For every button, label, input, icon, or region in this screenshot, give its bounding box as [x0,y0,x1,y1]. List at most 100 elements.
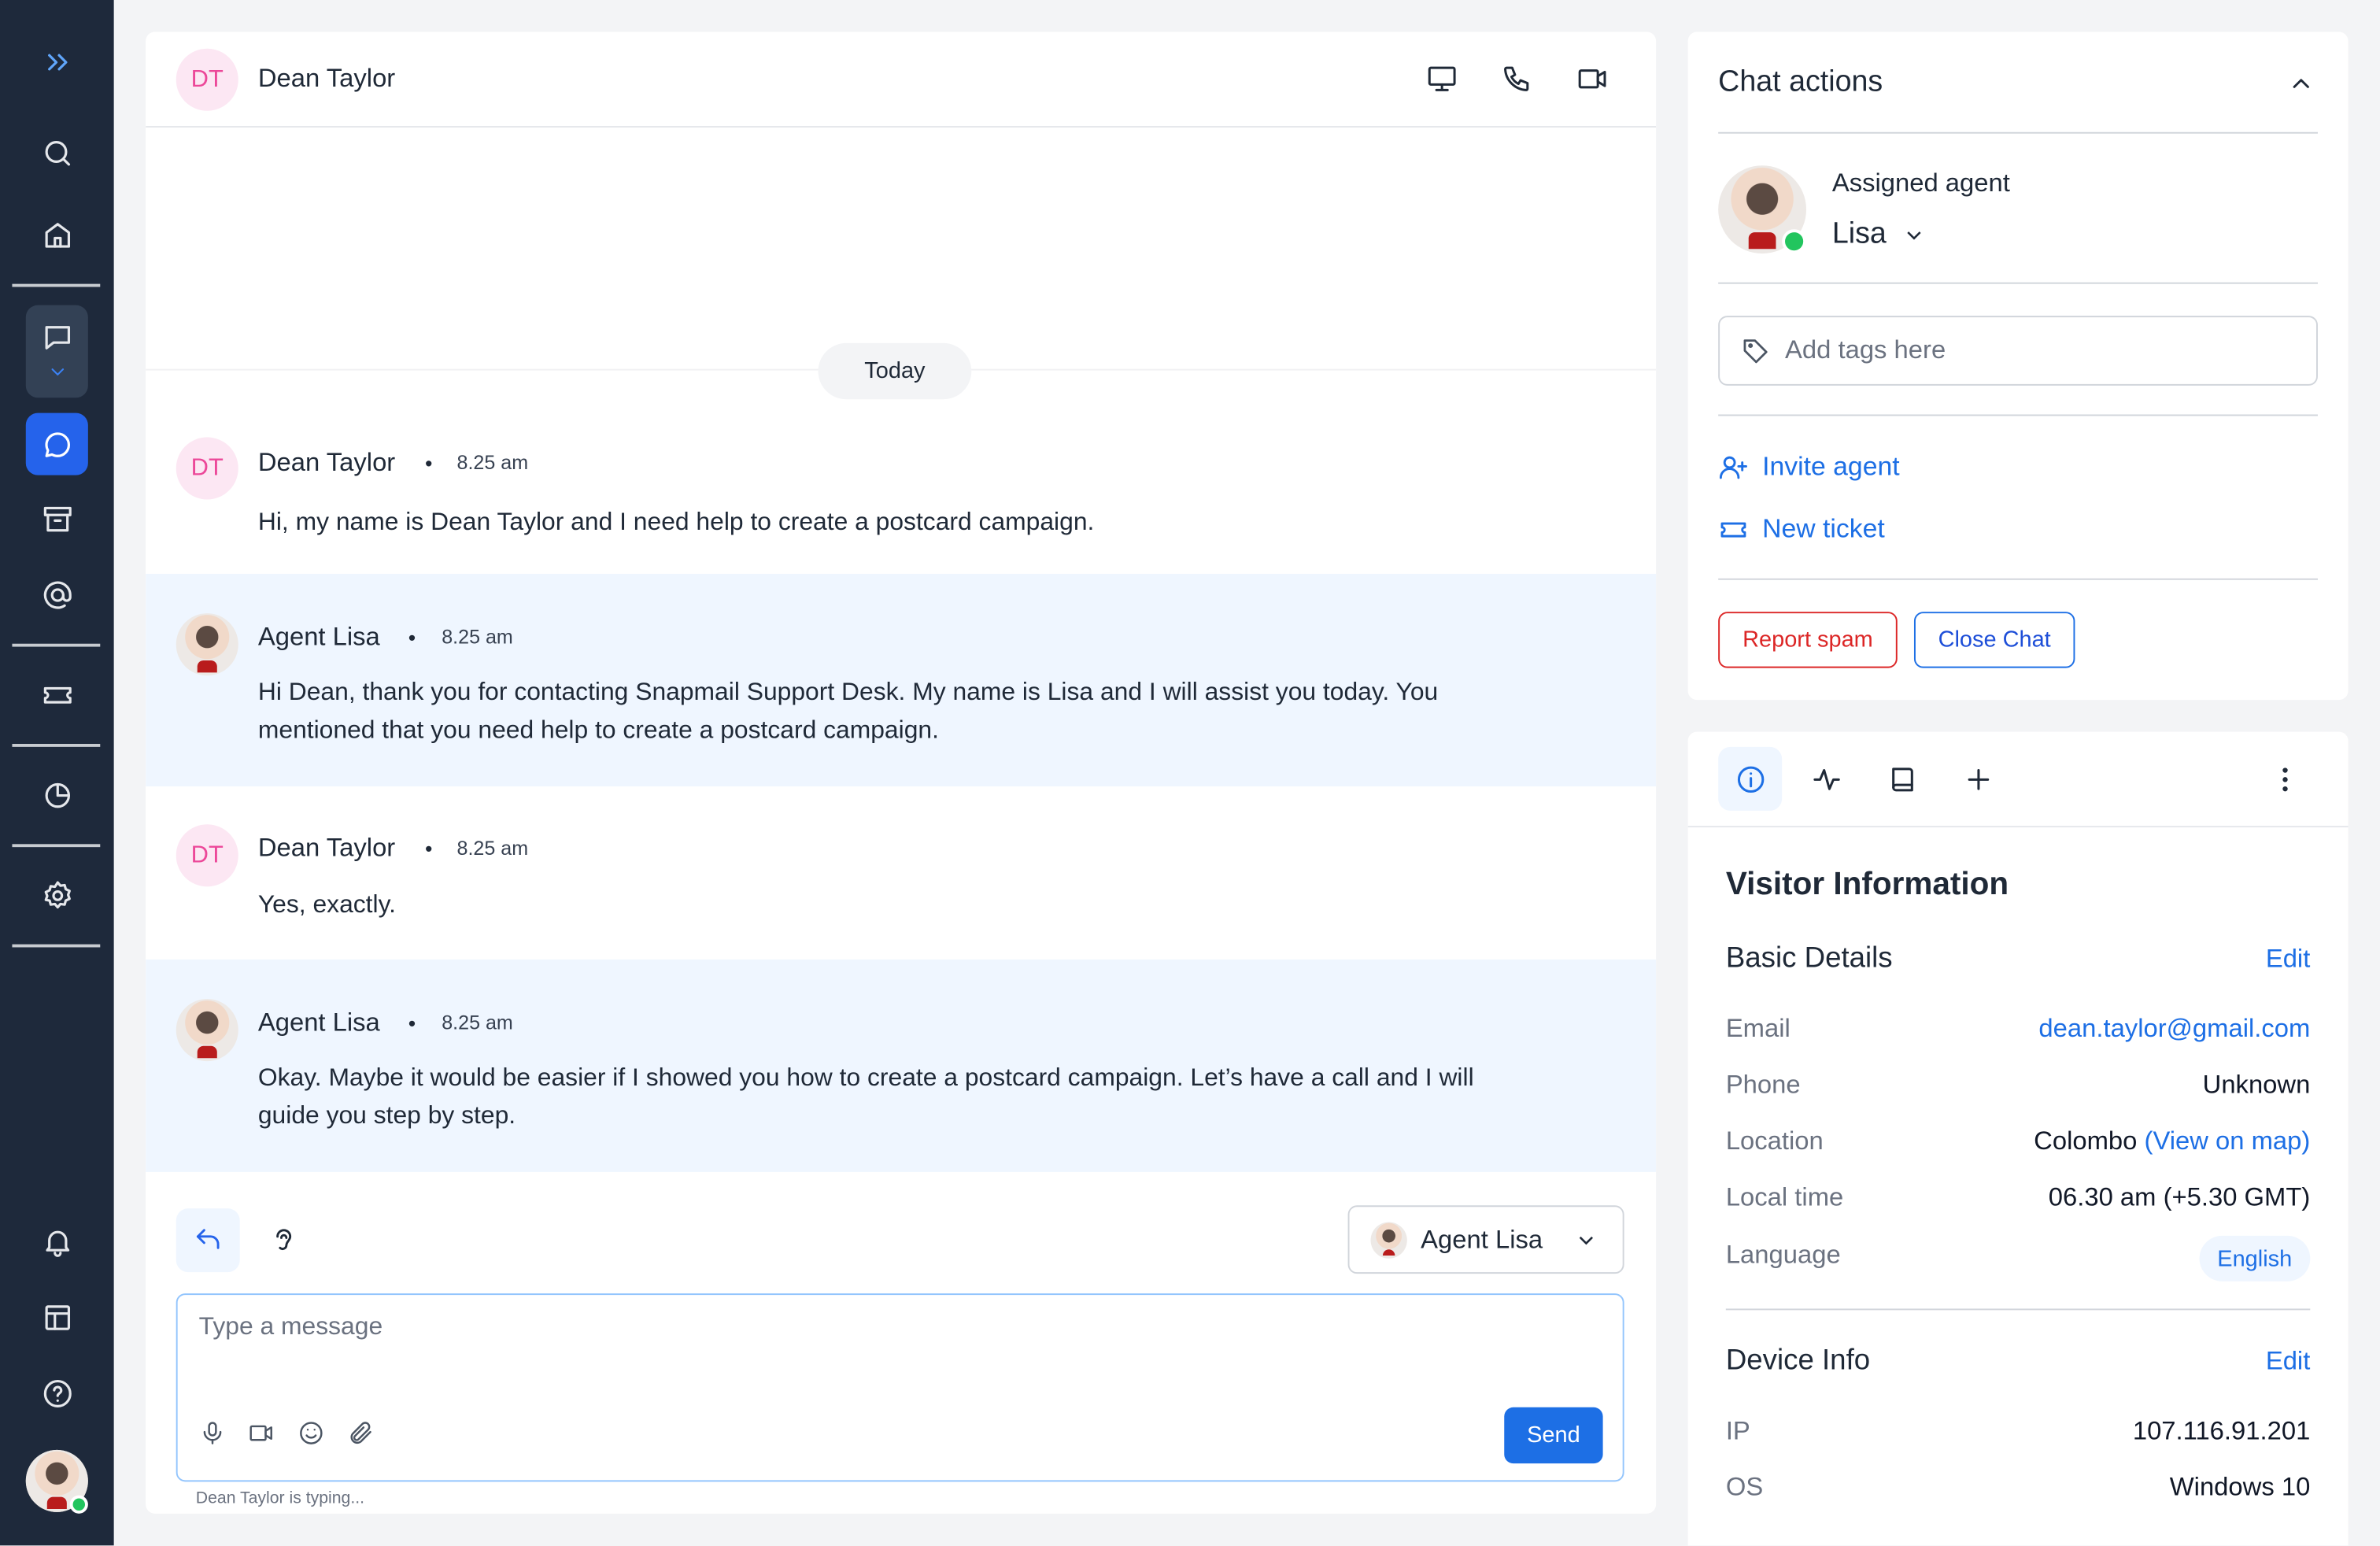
ticket-icon[interactable] [26,664,88,726]
message-text: Hi, my name is Dean Taylor and I need he… [257,509,1095,536]
ticket-icon [1720,521,1746,537]
tags-input[interactable] [1785,335,2286,366]
layout-icon[interactable] [26,1286,88,1348]
message-item: DT Dean Taylor • 8.25 am Hi, my name is … [146,404,1656,574]
assigned-agent-name: Lisa [1831,216,1887,251]
separator-dot: • [408,1011,416,1036]
chevron-down-icon[interactable] [26,343,88,401]
reports-icon[interactable] [26,764,88,826]
user-avatar[interactable] [25,1449,88,1514]
message-text: Hi Dean, thank you for contacting Snapma… [257,679,1439,745]
message-item: DT Dean Taylor • 8.25 am Yes, exactly. [146,786,1656,960]
contact-avatar: DT [176,48,238,111]
new-ticket-label: New ticket [1762,512,1885,544]
chevron-down-icon [1906,231,1921,239]
reply-icon [196,1229,220,1249]
user-plus-icon [1719,455,1747,479]
message-composer: Send [176,1293,1624,1482]
bell-icon[interactable] [26,1210,88,1272]
phone-label: Phone [1725,1070,1801,1100]
sender-name: Dean Taylor [257,833,396,863]
sender-name: Agent Lisa [257,1008,380,1037]
at-icon[interactable] [26,564,88,626]
local-time-label: Local time [1725,1182,1844,1212]
location-value: Colombo (View on map) [2034,1126,2310,1157]
home-icon[interactable] [26,203,88,265]
sender-avatar: DT [176,824,238,887]
more-options-button[interactable] [2252,747,2316,811]
help-icon[interactable] [26,1362,88,1424]
message-item: Agent Lisa • 8.25 am Okay. Maybe it woul… [146,959,1657,1172]
info-icon [1736,765,1764,793]
tab-notes[interactable] [1870,747,1934,811]
expand-icon[interactable] [26,31,88,93]
phone-icon[interactable] [1499,62,1536,98]
message-input[interactable] [198,1313,1414,1342]
message-time: 8.25 am [456,450,529,474]
close-chat-button[interactable]: Close Chat [1913,612,2075,668]
ip-label: IP [1725,1416,1750,1446]
sidebar-divider [12,944,101,948]
local-time-value: 06.30 am (+5.30 GMT) [2048,1182,2311,1212]
visitor-info-panel: Visitor Information Basic Details Edit E… [1687,731,2349,1546]
email-value[interactable]: dean.taylor@gmail.com [2038,1014,2310,1045]
basic-details-edit-link[interactable]: Edit [2266,945,2311,975]
agent-avatar [1370,1221,1407,1258]
separator-dot: • [425,450,433,475]
tab-info[interactable] [1718,746,1783,811]
os-value: Windows 10 [2169,1472,2311,1502]
attachment-icon[interactable] [348,1419,379,1450]
screen-share-icon[interactable] [1425,62,1462,98]
report-spam-button[interactable]: Report spam [1718,612,1898,668]
assigned-agent-dropdown[interactable]: Lisa [1832,217,1926,252]
chevron-up-icon[interactable] [2287,70,2315,98]
settings-icon[interactable] [26,864,88,926]
send-button[interactable]: Send [1504,1407,1603,1464]
message-time: 8.25 am [442,1011,513,1034]
online-status-dot [1782,229,1807,254]
new-ticket-link[interactable]: New ticket [1718,513,1885,546]
sidebar [0,0,114,1546]
device-info-edit-link[interactable]: Edit [2266,1347,2311,1378]
sidebar-divider [12,283,101,287]
invite-agent-link[interactable]: Invite agent [1718,451,1900,483]
video-icon[interactable] [247,1419,278,1450]
mic-icon[interactable] [199,1419,230,1450]
divider [1718,131,2318,134]
assigned-agent-label: Assigned agent [1831,168,2010,198]
search-icon[interactable] [26,121,88,183]
book-icon [1891,767,1913,791]
sender-name: Dean Taylor [257,447,396,477]
divider [1725,1308,2311,1311]
separator-dot: • [425,836,433,861]
sidebar-divider [12,844,101,848]
chat-actions-panel: Chat actions Assigned agent Lisa Invite … [1687,31,2349,701]
language-badge: English [2199,1235,2311,1282]
whisper-button[interactable] [252,1208,316,1272]
sender-avatar [176,613,238,676]
message-text: Okay. Maybe it would be easier if I show… [257,1063,1474,1130]
tab-add[interactable] [1946,747,2009,811]
plus-icon [1967,768,1989,790]
message-time: 8.25 am [456,836,529,860]
device-info-title: Device Info [1725,1344,1871,1378]
app-root: DT Dean Taylor Today DT Dean Taylor • 8.… [0,0,2380,1546]
message-time: 8.25 am [442,625,513,649]
video-icon[interactable] [1576,62,1612,98]
archive-icon[interactable] [26,487,88,549]
agent-select[interactable]: Agent Lisa [1347,1205,1624,1274]
language-label: Language [1725,1240,1841,1270]
view-on-map-link[interactable]: (View on map) [2145,1126,2311,1156]
divider [1718,282,2318,284]
location-city: Colombo [2034,1126,2138,1156]
chat-bubble-icon[interactable] [25,412,88,475]
emoji-icon[interactable] [298,1419,328,1450]
activity-icon [1813,768,1839,790]
phone-value: Unknown [2202,1070,2311,1100]
separator-dot: • [408,625,416,650]
sender-avatar [176,999,238,1062]
divider [1718,578,2318,580]
agent-select-label: Agent Lisa [1421,1224,1543,1254]
reply-button[interactable] [176,1208,240,1273]
tab-activity[interactable] [1794,747,1858,811]
